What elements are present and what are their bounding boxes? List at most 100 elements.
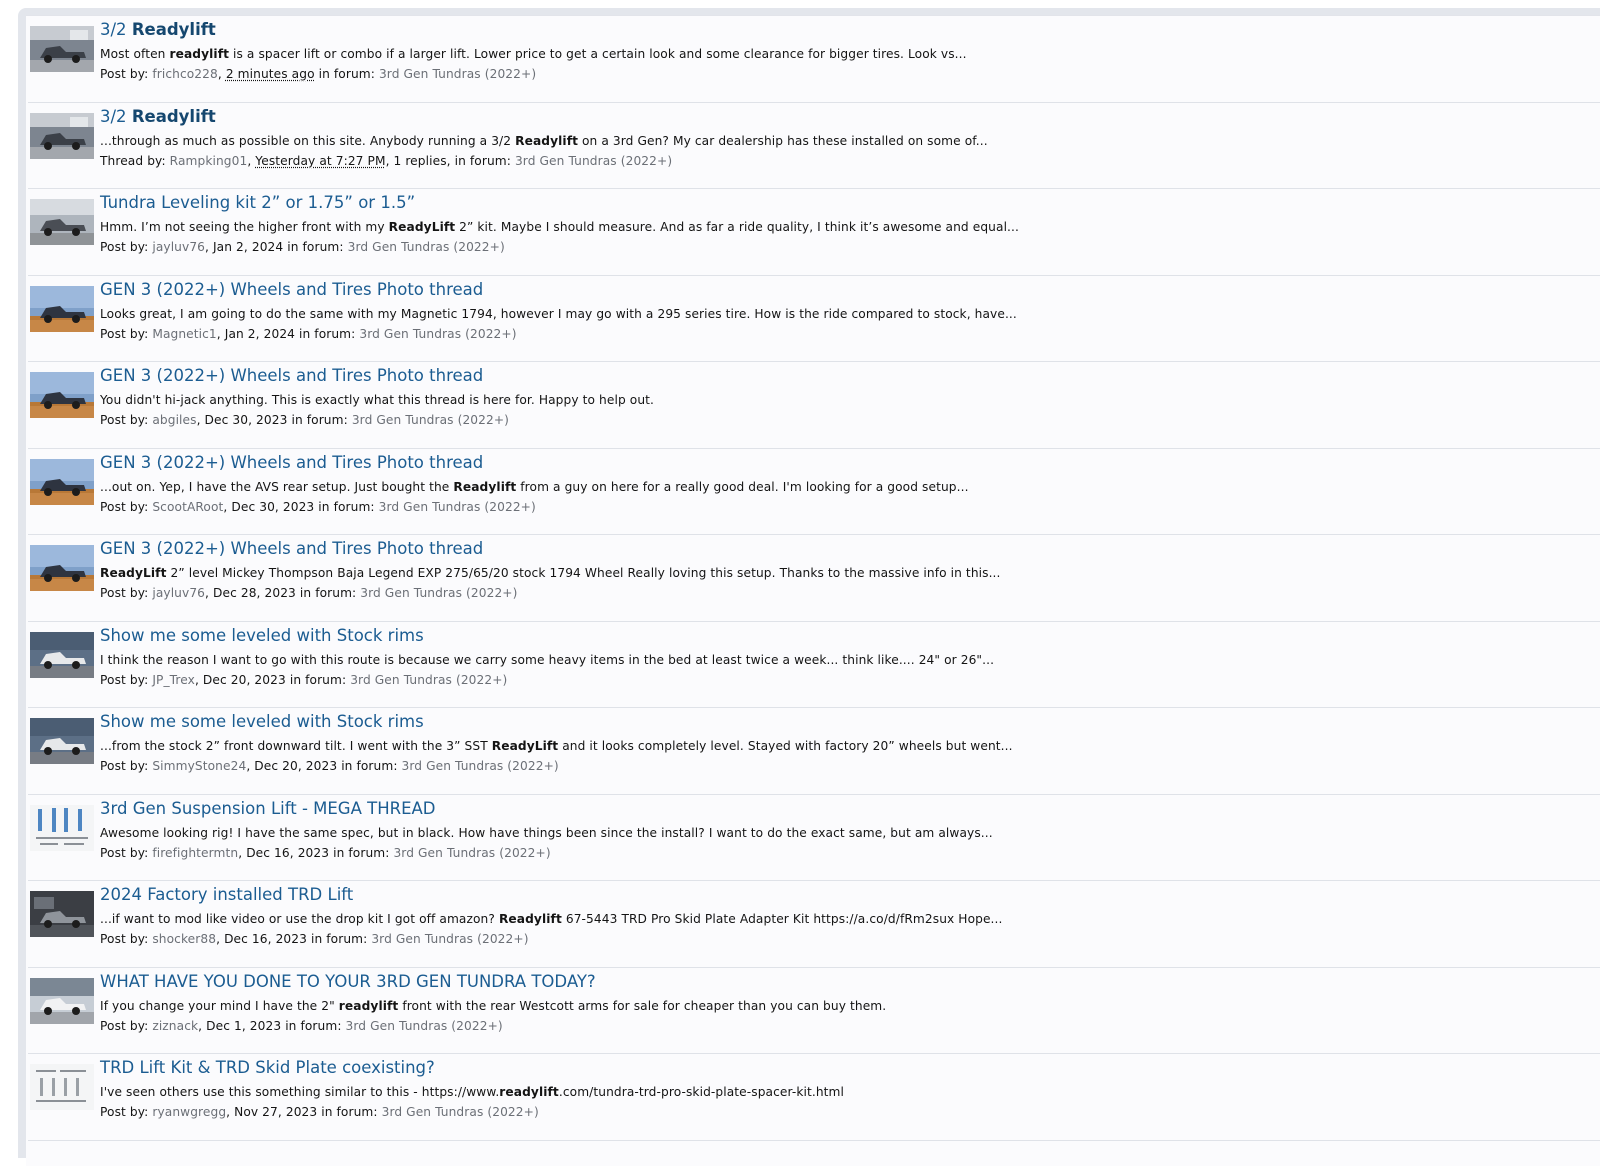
thread-thumbnail[interactable] [30, 26, 94, 72]
result-title-link[interactable]: GEN 3 (2022+) Wheels and Tires Photo thr… [100, 452, 483, 474]
search-result: Show me some leveled with Stock rims ...f… [28, 708, 1600, 795]
result-title-link[interactable]: 3/2 Readylift [100, 19, 216, 41]
thread-thumbnail[interactable] [30, 372, 94, 418]
forum-link[interactable]: 3rd Gen Tundras (2022+) [379, 500, 536, 514]
text-run: Hmm. I’m not seeing the higher front wit… [100, 220, 389, 234]
author-link[interactable]: shocker88 [152, 932, 216, 946]
forum-link[interactable]: 3rd Gen Tundras (2022+) [382, 1105, 539, 1119]
forum-label: in forum: [318, 67, 375, 81]
result-meta: Post by: shocker88, Dec 16, 2023 in foru… [100, 932, 529, 946]
search-result: 3rd Gen Suspension Lift - MEGA THREAD Awe… [28, 795, 1600, 881]
result-title-link[interactable]: GEN 3 (2022+) Wheels and Tires Photo thr… [100, 365, 483, 387]
forum-label: in forum: [318, 499, 375, 514]
text-run: GEN 3 (2022+) Wheels and Tires Photo thr… [100, 539, 484, 558]
search-results-list: 3/2 Readylift Most often readylift is a s… [28, 16, 1600, 1141]
author-link[interactable]: ryanwgregg [152, 1105, 226, 1119]
text-run: from a guy on here for a really good dea… [516, 479, 969, 494]
forum-link[interactable]: 3rd Gen Tundras (2022+) [350, 673, 507, 687]
highlighted-term: Readylift [131, 20, 216, 39]
result-title-link[interactable]: TRD Lift Kit & TRD Skid Plate coexisting… [100, 1057, 435, 1079]
text-run: GEN 3 (2022+) Wheels and Tires Photo thr… [100, 452, 484, 472]
forum-link[interactable]: 3rd Gen Tundras (2022+) [359, 327, 516, 341]
forum-link[interactable]: 3rd Gen Tundras (2022+) [393, 846, 550, 860]
post-kind-label: Post by: [100, 326, 149, 341]
search-result: GEN 3 (2022+) Wheels and Tires Photo thr… [28, 362, 1600, 449]
text-run: 2” level Mickey Thompson Baja Legend EXP… [166, 566, 1001, 580]
post-kind-label: Post by: [100, 932, 149, 946]
thread-thumbnail[interactable] [30, 199, 94, 245]
result-title-link[interactable]: GEN 3 (2022+) Wheels and Tires Photo thr… [100, 279, 483, 301]
author-link[interactable]: ziznack [152, 1019, 198, 1033]
thread-thumbnail[interactable] [30, 112, 94, 159]
search-result: Tundra Leveling kit 2” or 1.75” or 1.5” H… [28, 189, 1600, 276]
result-snippet: Awesome looking rig! I have the same spe… [100, 825, 993, 841]
result-meta: Post by: frichco228, 2 minutes ago in fo… [100, 67, 537, 81]
text-run: .com/tundra-trd-pro-skid-plate-spacer-ki… [558, 1085, 845, 1099]
result-title-link[interactable]: Show me some leveled with Stock rims [100, 625, 424, 647]
forum-link[interactable]: 3rd Gen Tundras (2022+) [352, 413, 509, 427]
search-result: GEN 3 (2022+) Wheels and Tires Photo thr… [28, 276, 1600, 362]
result-title-link[interactable]: 3rd Gen Suspension Lift - MEGA THREAD [100, 798, 436, 820]
thread-thumbnail[interactable] [30, 285, 94, 332]
forum-label: in forum: [299, 586, 357, 600]
highlighted-term: readylift [338, 998, 399, 1013]
thread-thumbnail[interactable] [30, 718, 94, 764]
result-meta: Thread by: Rampking01, Yesterday at 7:27… [100, 153, 673, 168]
thread-thumbnail[interactable] [30, 1064, 94, 1110]
thread-thumbnail[interactable] [30, 977, 94, 1024]
result-title-link[interactable]: GEN 3 (2022+) Wheels and Tires Photo thr… [100, 538, 483, 560]
post-kind-label: Post by: [100, 586, 149, 600]
result-snippet: You didn't hi-jack anything. This is exa… [100, 392, 654, 408]
forum-link[interactable]: 3rd Gen Tundras (2022+) [402, 759, 559, 773]
author-link[interactable]: Magnetic1 [152, 327, 216, 341]
author-link[interactable]: Rampking01 [170, 154, 248, 168]
result-title-link[interactable]: 2024 Factory installed TRD Lift [100, 884, 353, 906]
result-title-link[interactable]: Tundra Leveling kit 2” or 1.75” or 1.5” [100, 192, 415, 214]
forum-link[interactable]: 3rd Gen Tundras (2022+) [371, 932, 528, 946]
forum-link[interactable]: 3rd Gen Tundras (2022+) [348, 240, 505, 254]
author-link[interactable]: jayluv76 [152, 240, 205, 254]
thread-thumbnail[interactable] [30, 458, 94, 505]
highlighted-term: Readylift [453, 479, 517, 494]
search-result: 2024 Factory installed TRD Lift ...if wan… [28, 881, 1600, 968]
result-snippet: Looks great, I am going to do the same w… [100, 306, 1017, 322]
highlighted-term: ReadyLift [491, 739, 559, 753]
forum-link[interactable]: 3rd Gen Tundras (2022+) [360, 586, 517, 600]
thread-thumbnail[interactable] [30, 804, 94, 851]
post-kind-label: Post by: [100, 672, 149, 687]
post-kind-label: Post by: [100, 845, 149, 860]
author-link[interactable]: jayluv76 [152, 586, 205, 600]
post-kind-label: Post by: [100, 499, 149, 514]
forum-label: in forum: [310, 932, 368, 946]
result-meta: Post by: JP_Trex, Dec 20, 2023 in forum:… [100, 672, 508, 687]
text-run: 3/2 [100, 106, 132, 126]
result-snippet: ...through as much as possible on this s… [100, 133, 988, 149]
thread-thumbnail[interactable] [30, 631, 94, 678]
author-link[interactable]: JP_Trex [152, 673, 195, 687]
post-kind-label: Post by: [100, 1018, 149, 1033]
forum-link[interactable]: 3rd Gen Tundras (2022+) [379, 67, 536, 81]
forum-link[interactable]: 3rd Gen Tundras (2022+) [515, 154, 672, 168]
post-kind-label: Post by: [100, 240, 149, 254]
thread-thumbnail[interactable] [30, 545, 94, 591]
author-link[interactable]: frichco228 [152, 67, 218, 81]
text-run: ...out on. Yep, I have the AVS rear setu… [100, 479, 454, 494]
result-title-link[interactable]: 3/2 Readylift [100, 106, 216, 128]
thread-thumbnail[interactable] [30, 891, 94, 937]
text-run: I've seen others use this something simi… [100, 1085, 500, 1099]
text-run: WHAT HAVE YOU DONE TO YOUR 3RD GEN TUNDR… [100, 971, 596, 991]
highlighted-term: Readylift [515, 133, 579, 148]
author-link[interactable]: SimmyStone24 [152, 759, 246, 773]
forum-link[interactable]: 3rd Gen Tundras (2022+) [346, 1019, 503, 1033]
text-run: front with the rear Westcott arms for sa… [398, 998, 887, 1013]
post-kind-label: Post by: [100, 67, 149, 81]
post-date: Dec 20, 2023 [254, 759, 338, 773]
author-link[interactable]: abgiles [152, 413, 196, 427]
text-run: GEN 3 (2022+) Wheels and Tires Photo thr… [100, 366, 484, 385]
result-title-link[interactable]: WHAT HAVE YOU DONE TO YOUR 3RD GEN TUNDR… [100, 971, 596, 993]
text-run: If you change your mind I have the 2" [100, 998, 339, 1013]
author-link[interactable]: ScootARoot [152, 500, 223, 514]
text-run: Awesome looking rig! I have the same spe… [100, 825, 993, 840]
result-title-link[interactable]: Show me some leveled with Stock rims [100, 711, 424, 733]
author-link[interactable]: firefightermtn [152, 846, 238, 860]
